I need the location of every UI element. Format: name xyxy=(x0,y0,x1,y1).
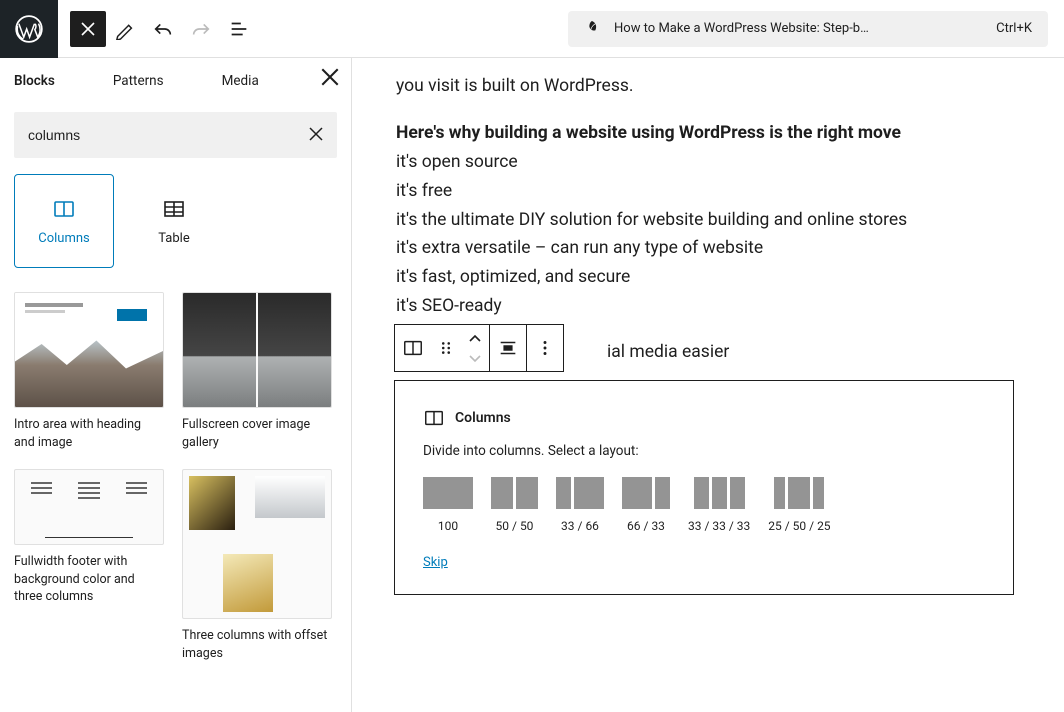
layout-255025[interactable]: 25 / 50 / 25 xyxy=(768,477,830,533)
placeholder-header: Columns xyxy=(423,407,985,429)
undo-button[interactable] xyxy=(144,10,182,48)
layout-100[interactable]: 100 xyxy=(423,477,473,533)
block-columns[interactable]: Columns xyxy=(14,174,114,268)
placeholder-instruction: Divide into columns. Select a layout: xyxy=(423,443,985,459)
block-label: Columns xyxy=(38,231,90,246)
list[interactable]: it's open source it's free it's the ulti… xyxy=(396,148,1020,321)
columns-icon xyxy=(423,407,445,429)
move-up-button[interactable] xyxy=(468,329,482,348)
toggle-inserter-button[interactable] xyxy=(70,11,106,47)
align-button[interactable] xyxy=(490,325,526,371)
document-title: How to Make a WordPress Website: Step-b… xyxy=(614,21,982,36)
layout-3366[interactable]: 33 / 66 xyxy=(556,477,604,533)
redo-button[interactable] xyxy=(182,10,220,48)
pattern-offset[interactable]: Three columns with offset images xyxy=(182,469,332,662)
list-item[interactable]: it's SEO-ready xyxy=(396,292,1020,321)
block-inserter-panel: Blocks Patterns Media Columns Table Intr… xyxy=(0,58,352,712)
pattern-results: Intro area with heading and image Fullsc… xyxy=(0,288,351,692)
block-results: Columns Table xyxy=(0,174,351,288)
pattern-caption: Fullscreen cover image gallery xyxy=(182,416,332,451)
pattern-caption: Fullwidth footer with background color a… xyxy=(14,553,164,606)
leaf-icon xyxy=(584,19,600,39)
inserter-search[interactable] xyxy=(14,112,337,158)
pattern-caption: Intro area with heading and image xyxy=(14,416,164,451)
skip-link[interactable]: Skip xyxy=(423,555,448,570)
list-item[interactable]: it's fast, optimized, and secure xyxy=(396,263,1020,292)
command-shortcut: Ctrl+K xyxy=(996,21,1032,36)
pattern-cover[interactable]: Fullscreen cover image gallery xyxy=(182,292,332,451)
paragraph[interactable]: you visit is built on WordPress. xyxy=(396,72,1020,101)
tab-media[interactable]: Media xyxy=(220,61,261,101)
list-item[interactable]: it's the ultimate DIY solution for websi… xyxy=(396,206,1020,235)
tab-patterns[interactable]: Patterns xyxy=(111,61,166,101)
block-type-button[interactable] xyxy=(395,325,431,371)
close-inserter-icon[interactable] xyxy=(321,68,339,90)
tools-button[interactable] xyxy=(106,10,144,48)
clear-search-icon[interactable] xyxy=(309,126,323,145)
editor-canvas: you visit is built on WordPress. Here's … xyxy=(352,58,1064,712)
columns-placeholder: Columns Divide into columns. Select a la… xyxy=(394,380,1014,595)
search-input[interactable] xyxy=(28,127,309,143)
editor-topbar: How to Make a WordPress Website: Step-b…… xyxy=(0,0,1064,58)
pattern-caption: Three columns with offset images xyxy=(182,627,332,662)
wp-logo[interactable] xyxy=(0,0,58,58)
inserter-tabs: Blocks Patterns Media xyxy=(0,58,351,104)
tab-blocks[interactable]: Blocks xyxy=(12,61,57,101)
list-item[interactable]: it's extra versatile – can run any type … xyxy=(396,234,1020,263)
layout-options: 100 50 / 50 33 / 66 66 / 33 33 / 33 / 33… xyxy=(423,477,985,533)
block-toolbar xyxy=(394,324,564,372)
paragraph-bold[interactable]: Here's why building a website using Word… xyxy=(396,119,1020,148)
options-button[interactable] xyxy=(527,325,563,371)
list-item[interactable]: it's free xyxy=(396,177,1020,206)
move-down-button[interactable] xyxy=(468,348,482,367)
block-mover xyxy=(461,325,489,371)
block-table[interactable]: Table xyxy=(124,174,224,268)
document-overview-button[interactable] xyxy=(220,10,258,48)
pattern-footer[interactable]: Fullwidth footer with background color a… xyxy=(14,469,164,662)
placeholder-title: Columns xyxy=(455,410,511,426)
drag-handle[interactable] xyxy=(431,325,461,371)
pattern-intro[interactable]: Intro area with heading and image xyxy=(14,292,164,451)
paragraph-fragment[interactable]: ial media easier xyxy=(607,338,729,367)
block-label: Table xyxy=(158,231,189,246)
list-item[interactable]: it's open source xyxy=(396,148,1020,177)
layout-333333[interactable]: 33 / 33 / 33 xyxy=(688,477,750,533)
document-bar[interactable]: How to Make a WordPress Website: Step-b…… xyxy=(568,11,1048,47)
layout-6633[interactable]: 66 / 33 xyxy=(622,477,670,533)
layout-5050[interactable]: 50 / 50 xyxy=(491,477,538,533)
